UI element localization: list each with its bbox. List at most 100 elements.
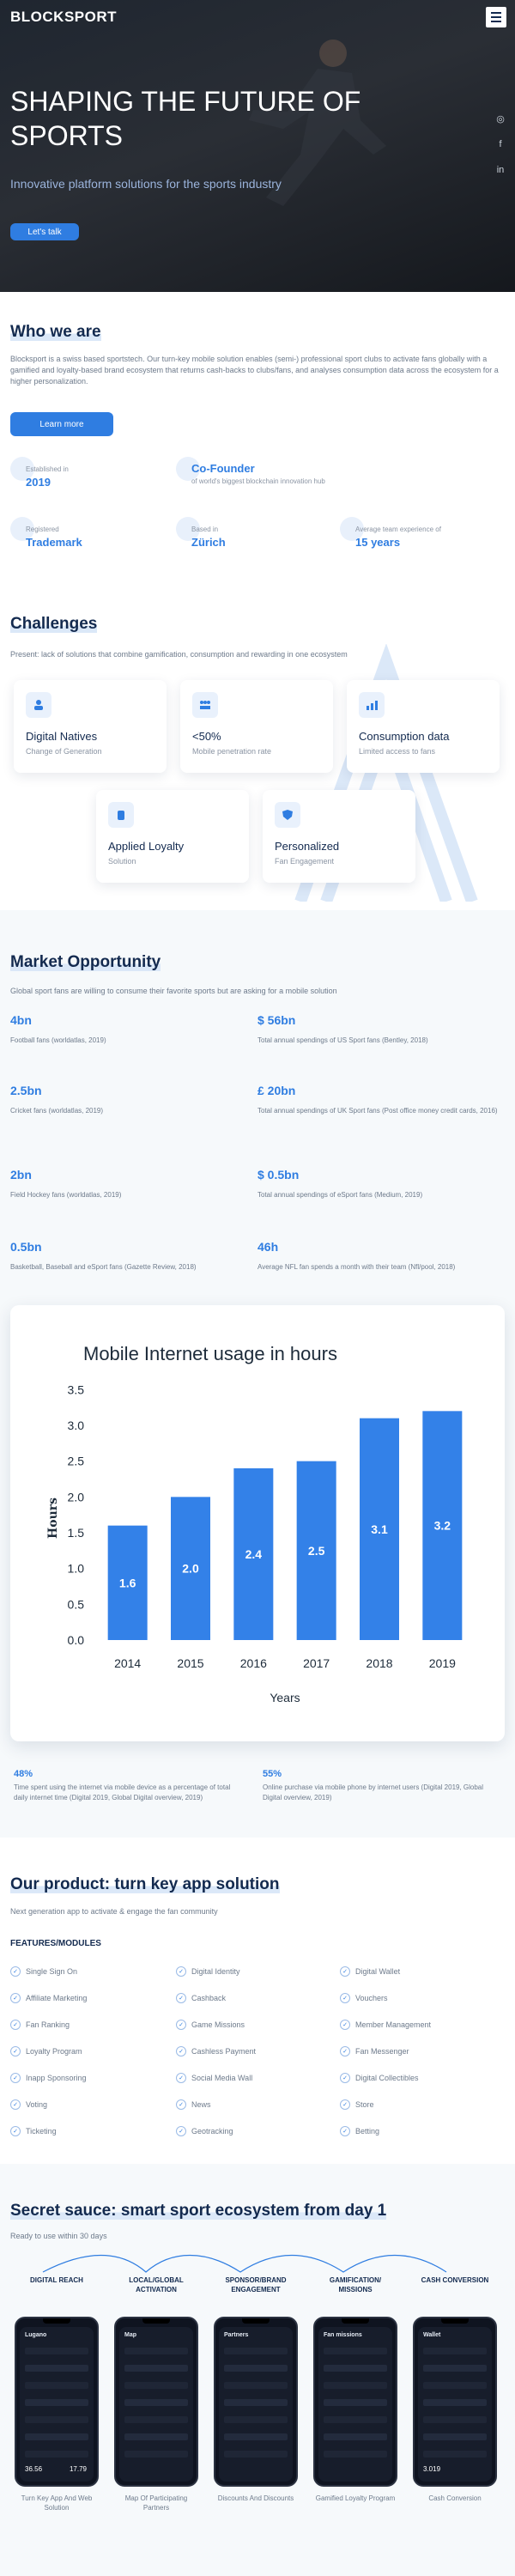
screen-row [25, 2416, 88, 2423]
hero-subtitle: Innovative platform solutions for the sp… [10, 177, 282, 191]
market-desc: Online purchase via mobile phone by inte… [263, 1783, 484, 1801]
screen-row [423, 2382, 487, 2389]
phone-screen-title: Partners [224, 2332, 249, 2338]
phone-screen-title: Wallet [423, 2332, 441, 2338]
challenge-title: Consumption data [359, 730, 450, 743]
feature-item: ✓ Store [340, 2099, 374, 2110]
hamburger-menu-icon[interactable] [486, 7, 506, 27]
feature-label: Game Missions [191, 2020, 245, 2029]
feature-item: ✓ Voting [10, 2099, 47, 2110]
market-intro: Global sport fans are willing to consume… [10, 987, 337, 995]
phone-caption: Discounts And Discounts [217, 2494, 294, 2502]
feature-label: Fan Messenger [355, 2047, 409, 2056]
lets-talk-button[interactable]: Let's talk [10, 223, 79, 240]
bar-data-label: 2.4 [245, 1547, 263, 1561]
instagram-icon[interactable]: ◎ [494, 113, 506, 125]
feature-label: News [191, 2100, 211, 2109]
feature-item: ✓ Social Media Wall [176, 2073, 252, 2083]
market-value: 48% [14, 1769, 33, 1779]
bar-data-label: 2.5 [308, 1544, 325, 1558]
phone-screen-title: Map [124, 2332, 136, 2338]
about-title: Who we are [10, 323, 101, 341]
screen-row [124, 2433, 188, 2440]
market-value: 55% [263, 1769, 282, 1779]
market-desc: Time spent using the internet via mobile… [14, 1783, 231, 1801]
market-value: 2bn [10, 1168, 32, 1182]
stat-label: Based in [191, 526, 219, 533]
x-tick-label: 2015 [177, 1656, 203, 1670]
brand-logo[interactable]: BLOCKSPORT [10, 9, 117, 26]
screen-row [423, 2416, 487, 2423]
check-icon: ✓ [340, 2020, 350, 2030]
market-value: 0.5bn [10, 1240, 42, 1254]
challenge-desc: Limited access to fans [359, 747, 436, 756]
challenge-title: Personalized [275, 840, 340, 853]
feature-item: ✓ Game Missions [176, 2020, 245, 2030]
market-desc: Total annual spendings of eSport fans (M… [258, 1191, 423, 1199]
check-icon: ✓ [340, 1993, 350, 2003]
shield-icon [275, 802, 300, 828]
screen-row [423, 2365, 487, 2372]
feature-label: Voting [26, 2100, 48, 2109]
screen-row [25, 2399, 88, 2406]
challenges-intro: Present: lack of solutions that combine … [10, 650, 348, 659]
phone-screen-title: Lugano [25, 2332, 47, 2338]
step-label: CASH CONVERSION [421, 2276, 489, 2284]
feature-label: Digital Collectibles [355, 2074, 419, 2082]
mobile-usage-chart: Mobile Internet usage in hours Hours Yea… [46, 1343, 463, 1704]
phone-caption: Turn Key App And Web Solution [21, 2494, 93, 2512]
y-tick-label: 0.0 [68, 1633, 85, 1647]
mobile-users-icon [192, 692, 218, 718]
screen-row [324, 2416, 387, 2423]
about-body: Blocksport is a swiss based sportstech. … [10, 355, 499, 386]
phone-notch [242, 2318, 270, 2324]
screen-row [124, 2399, 188, 2406]
x-tick-label: 2014 [114, 1656, 141, 1670]
phone-metric: 3.019 [423, 2465, 441, 2473]
feature-label: Store [355, 2100, 374, 2109]
market-value: £ 20bn [258, 1084, 296, 1097]
phone-caption: Gamified Loyalty Program [315, 2494, 396, 2502]
bar-data-label: 3.2 [434, 1519, 451, 1533]
stat-label: Registered [26, 526, 59, 533]
check-icon: ✓ [176, 2020, 186, 2030]
x-tick-label: 2016 [240, 1656, 267, 1670]
product-section: Our product: turn key app solution Next … [0, 1838, 515, 2164]
phone-screen: Lugano 36.56 17.79 [20, 2327, 94, 2482]
feature-label: Affiliate Marketing [26, 1994, 88, 2002]
phone-metric: 17.79 [69, 2465, 87, 2473]
market-desc: Total annual spendings of UK Sport fans … [258, 1107, 498, 1115]
phone-screen-title: Fan missions [324, 2332, 362, 2338]
screen-row [224, 2382, 288, 2389]
market-desc: Field Hockey fans (worldatlas, 2019) [10, 1191, 122, 1199]
step-label: DIGITAL REACH [30, 2276, 83, 2284]
phone-mockup: Map [114, 2317, 198, 2487]
market-title: Market Opportunity [10, 953, 161, 971]
step-label: SPONSOR/BRAND ENGAGEMENT [225, 2276, 287, 2293]
feature-label: Cashback [191, 1994, 227, 2002]
feature-label: Ticketing [26, 2127, 57, 2136]
phone-screen: Partners [219, 2327, 293, 2482]
linkedin-icon[interactable]: in [494, 165, 506, 177]
screen-row [224, 2348, 288, 2354]
learn-more-button[interactable]: Learn more [10, 412, 113, 436]
feature-label: Digital Wallet [355, 1967, 401, 1976]
feature-label: Loyalty Program [26, 2047, 82, 2056]
phone-mockup: Partners [214, 2317, 298, 2487]
market-desc: Total annual spendings of US Sport fans … [258, 1036, 428, 1044]
screen-row [124, 2365, 188, 2372]
screen-row [224, 2365, 288, 2372]
feature-label: Vouchers [355, 1994, 388, 2002]
check-icon: ✓ [176, 2046, 186, 2057]
screen-row [124, 2382, 188, 2389]
market-value: 2.5bn [10, 1084, 42, 1097]
feature-label: Fan Ranking [26, 2020, 70, 2029]
screen-row [124, 2416, 188, 2423]
bar-data-label: 3.1 [371, 1522, 388, 1536]
facebook-icon[interactable]: f [494, 139, 506, 151]
feature-item: ✓ Fan Messenger [340, 2046, 409, 2057]
screen-row [124, 2451, 188, 2458]
challenges-title: Challenges [10, 615, 98, 633]
screen-row [324, 2399, 387, 2406]
screen-row [25, 2348, 88, 2354]
